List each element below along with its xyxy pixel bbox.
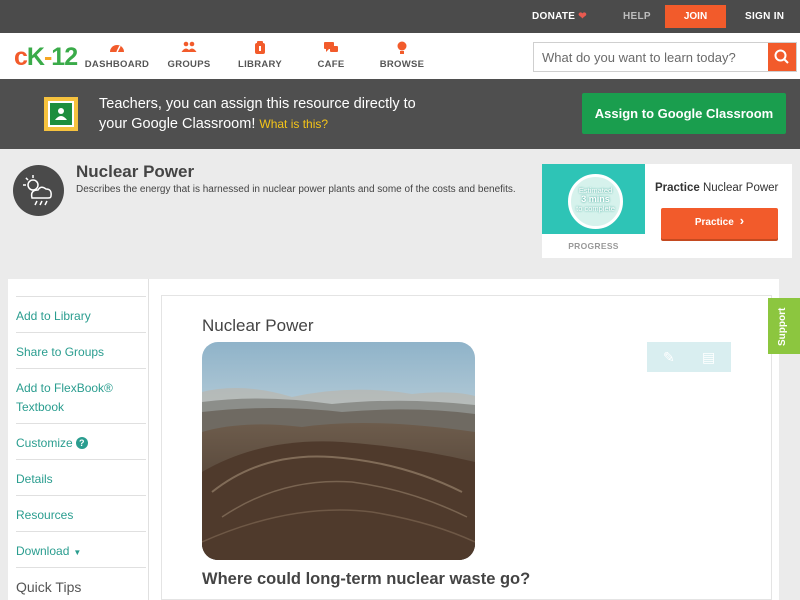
pencil-icon[interactable]: ✎ — [663, 349, 675, 366]
banner-message: Teachers, you can assign this resource d… — [99, 96, 416, 132]
help-icon[interactable]: ? — [75, 437, 88, 449]
groups-icon — [154, 41, 224, 57]
sidebar-item-customize[interactable]: Customize? — [16, 423, 146, 453]
practice-card: Estimated 3 mins to complete PROGRESS Pr… — [542, 164, 792, 258]
notes-icon[interactable]: ▤ — [702, 349, 715, 366]
sidebar-item-details[interactable]: Details — [16, 459, 146, 489]
practice-title: Practice Nuclear Power — [655, 182, 779, 194]
sign-in-link[interactable]: SIGN IN — [745, 11, 784, 22]
heart-icon: ❤ — [578, 11, 587, 22]
sidebar-item-resources[interactable]: Resources — [16, 495, 146, 525]
top-utility-bar: DONATE ❤ HELP JOIN SIGN IN — [0, 0, 800, 33]
article-title: Nuclear Power — [202, 316, 314, 335]
article-question-heading: Where could long-term nuclear waste go? — [202, 570, 531, 588]
caret-down-icon: ▼ — [73, 548, 82, 557]
sidebar-item-add-to-flexbook[interactable]: Add to FlexBook® Textbook — [16, 368, 146, 417]
sidebar: Add to Library Share to Groups Add to Fl… — [8, 279, 149, 600]
help-link[interactable]: HELP — [623, 11, 651, 22]
search-icon — [774, 49, 789, 64]
support-tab[interactable]: Support — [768, 298, 800, 354]
nav-dashboard[interactable]: DASHBOARD — [82, 41, 152, 70]
chevron-right-icon: › — [739, 213, 745, 228]
dashboard-icon — [82, 41, 152, 57]
ck12-logo[interactable]: cK-12 — [14, 43, 78, 72]
search-input[interactable] — [534, 43, 768, 71]
nav-library[interactable]: LIBRARY — [225, 41, 295, 70]
donate-link[interactable]: DONATE ❤ — [532, 11, 587, 22]
progress-circle: Estimated 3 mins to complete — [568, 174, 623, 229]
sidebar-item-download[interactable]: Download ▼ — [16, 531, 146, 562]
cafe-icon — [296, 41, 366, 57]
search-button[interactable] — [768, 43, 796, 71]
annotation-toolbar: ✎ ▤ — [647, 342, 731, 372]
page-title: Nuclear Power — [76, 162, 195, 181]
google-classroom-banner: Teachers, you can assign this resource d… — [0, 79, 800, 149]
assign-to-google-classroom-button[interactable]: Assign to Google Classroom — [582, 93, 786, 134]
progress-label: PROGRESS — [568, 241, 619, 251]
nav-browse[interactable]: BROWSE — [367, 41, 437, 70]
sidebar-item-quick-tips[interactable]: Quick Tips — [16, 567, 146, 597]
page-description: Describes the energy that is harnessed i… — [76, 184, 516, 195]
article-panel: Nuclear Power ✎ ▤ Where could long-term … — [161, 295, 772, 600]
sidebar-item-add-to-library[interactable]: Add to Library — [16, 296, 146, 326]
practice-button[interactable]: Practice › — [661, 208, 778, 239]
practice-progress-image: Estimated 3 mins to complete — [542, 164, 645, 234]
nav-cafe[interactable]: CAFE — [296, 41, 366, 70]
weather-icon — [13, 165, 64, 216]
search-box — [533, 42, 797, 72]
what-is-this-link[interactable]: What is this? — [259, 117, 328, 131]
landscape-image — [202, 342, 475, 560]
library-icon — [225, 41, 295, 57]
nav-groups[interactable]: GROUPS — [154, 41, 224, 70]
join-button[interactable]: JOIN — [665, 5, 726, 28]
sidebar-item-share-to-groups[interactable]: Share to Groups — [16, 332, 146, 362]
browse-icon — [367, 41, 437, 57]
main-navigation: cK-12 DASHBOARD GROUPS LIBRARY CAFE BROW… — [0, 33, 800, 79]
content-area: Add to Library Share to Groups Add to Fl… — [8, 279, 779, 600]
google-classroom-icon — [44, 97, 78, 131]
